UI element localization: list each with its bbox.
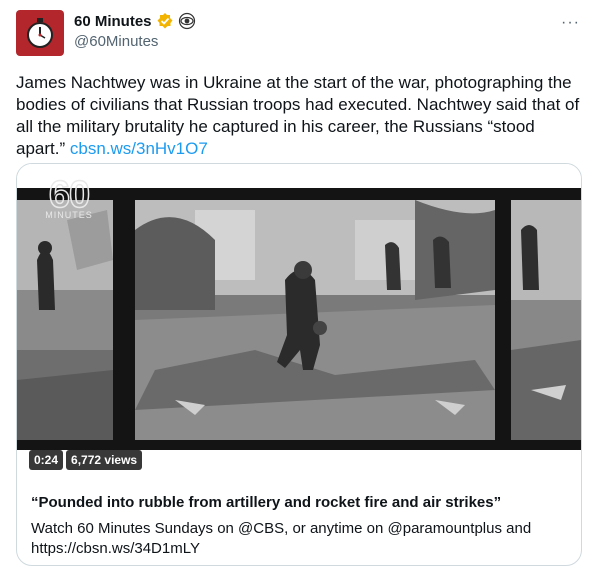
photo-frame-right — [511, 200, 581, 440]
card-description: Watch 60 Minutes Sundays on @CBS, or any… — [31, 520, 532, 557]
tweet-link[interactable]: cbsn.ws/3nHv1O7 — [70, 139, 208, 158]
avatar[interactable] — [16, 10, 64, 56]
cbs-eye-icon — [178, 12, 195, 30]
more-options-icon[interactable]: ··· — [561, 14, 580, 32]
film-strip — [17, 188, 581, 450]
media-card[interactable]: 60 MINUTES 0:24 6,772 views “Pounded int… — [16, 163, 582, 566]
tweet-header: 60 Minutes @60Minutes ··· — [16, 10, 582, 56]
logo-number: 60 — [48, 174, 91, 216]
card-body[interactable]: “Pounded into rubble from artillery and … — [17, 481, 581, 565]
handle[interactable]: @60Minutes — [74, 33, 196, 50]
video-duration: 0:24 — [29, 450, 64, 470]
sixty-minutes-logo: 60 MINUTES — [37, 174, 101, 220]
card-title[interactable]: “Pounded into rubble from artillery and … — [31, 493, 567, 513]
stopwatch-icon — [27, 18, 53, 48]
video-badges: 0:24 6,772 views — [29, 450, 143, 470]
verified-badge-icon — [157, 13, 173, 29]
tweet-text: James Nachtwey was in Ukraine at the sta… — [16, 72, 582, 160]
video-player[interactable]: 60 MINUTES 0:24 6,772 views — [17, 164, 581, 481]
photo-frame-main — [135, 200, 495, 440]
video-views: 6,772 views — [66, 450, 143, 470]
photo-frame-left — [17, 200, 113, 440]
logo-word: MINUTES — [45, 210, 93, 220]
display-name[interactable]: 60 Minutes — [74, 13, 152, 30]
